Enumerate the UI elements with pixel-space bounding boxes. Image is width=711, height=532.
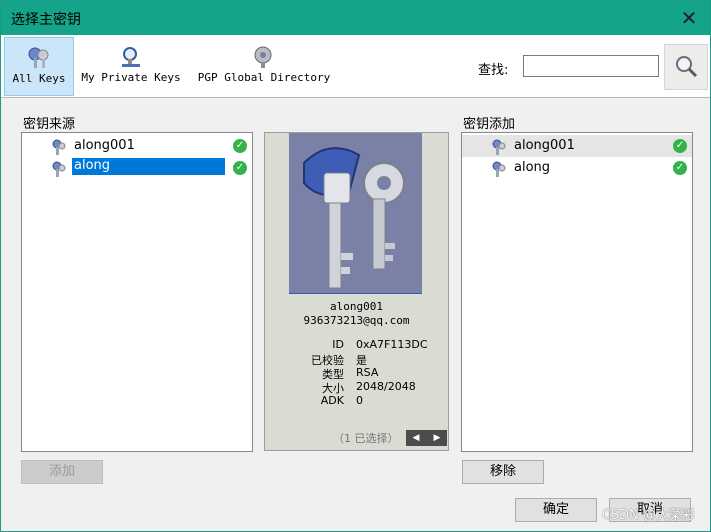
check-icon: ✓: [673, 139, 687, 153]
title-bar: 选择主密钥 ✕: [1, 1, 710, 35]
key-detail-panel: along001 936373213@qq.com ID 0xA7F113DC …: [264, 132, 449, 451]
key-owner-name: along001: [330, 300, 383, 313]
detail-row-verified: 已校验 是: [265, 352, 448, 367]
global-directory-icon: [254, 46, 272, 68]
close-button[interactable]: ✕: [676, 5, 702, 31]
check-icon: ✓: [233, 161, 247, 175]
key-name: along: [514, 160, 551, 175]
key-icon: [52, 161, 66, 177]
detail-value: RSA: [356, 366, 379, 379]
tab-pgp-global-directory[interactable]: PGP Global Directory: [196, 37, 332, 94]
check-icon: ✓: [673, 161, 687, 175]
search-button[interactable]: [664, 44, 708, 90]
detail-nav: ◀ ▶: [406, 430, 447, 446]
keys-icon: [28, 47, 49, 68]
detail-key: ADK: [320, 394, 344, 407]
list-item[interactable]: along ✓: [462, 157, 692, 179]
source-key-list[interactable]: along001 ✓ along ✓: [21, 132, 253, 452]
add-button[interactable]: 添加: [21, 460, 103, 484]
magnifier-icon: [676, 56, 698, 78]
selection-count: （1 已选择）: [333, 432, 399, 445]
check-icon: ✓: [233, 139, 247, 153]
added-key-list[interactable]: along001 ✓ along ✓: [461, 132, 693, 452]
added-label: 密钥添加: [463, 117, 516, 132]
large-keys-icon: [289, 133, 422, 293]
key-name: along001: [74, 138, 135, 153]
window-title: 选择主密钥: [11, 12, 81, 28]
tab-pgp-global-directory-label: PGP Global Directory: [197, 71, 331, 84]
key-icon: [52, 139, 66, 155]
remove-button[interactable]: 移除: [462, 460, 544, 484]
key-icon: [492, 139, 506, 155]
detail-row-id: ID 0xA7F113DC: [265, 338, 448, 353]
detail-key: ID: [332, 338, 344, 351]
ok-button[interactable]: 确定: [515, 498, 597, 522]
find-label: 查找:: [478, 63, 509, 78]
detail-value: 0: [356, 394, 363, 407]
key-email: 936373213@qq.com: [303, 314, 410, 327]
dialog-window: 选择主密钥 ✕ All Keys My Private Keys PGP Glo…: [0, 0, 711, 532]
tab-all-keys-label: All Keys: [12, 72, 66, 85]
key-name: along: [70, 157, 227, 176]
tab-all-keys[interactable]: All Keys: [4, 37, 74, 96]
detail-row-size: 大小 2048/2048: [265, 380, 448, 395]
list-item-selected[interactable]: along ✓: [22, 157, 252, 179]
tab-my-private-keys-label: My Private Keys: [81, 71, 181, 84]
tab-my-private-keys[interactable]: My Private Keys: [79, 37, 183, 94]
detail-value: 0xA7F113DC: [356, 338, 428, 351]
source-label: 密钥来源: [23, 117, 76, 132]
detail-row-type: 类型 RSA: [265, 366, 448, 381]
key-name: along001: [514, 138, 575, 153]
detail-value: 2048/2048: [356, 380, 416, 393]
prev-arrow-icon[interactable]: ◀: [406, 430, 426, 446]
key-details: along001 936373213@qq.com: [265, 300, 448, 328]
list-item[interactable]: along001 ✓: [22, 135, 252, 157]
key-icon: [492, 161, 506, 177]
find-input[interactable]: [523, 55, 659, 77]
key-image: [289, 133, 422, 294]
private-key-search-icon: [122, 47, 140, 67]
detail-row-adk: ADK 0: [265, 394, 448, 409]
watermark: CSDN @大菜彩: [601, 508, 695, 523]
list-item[interactable]: along001 ✓: [462, 135, 692, 157]
next-arrow-icon[interactable]: ▶: [427, 430, 447, 446]
